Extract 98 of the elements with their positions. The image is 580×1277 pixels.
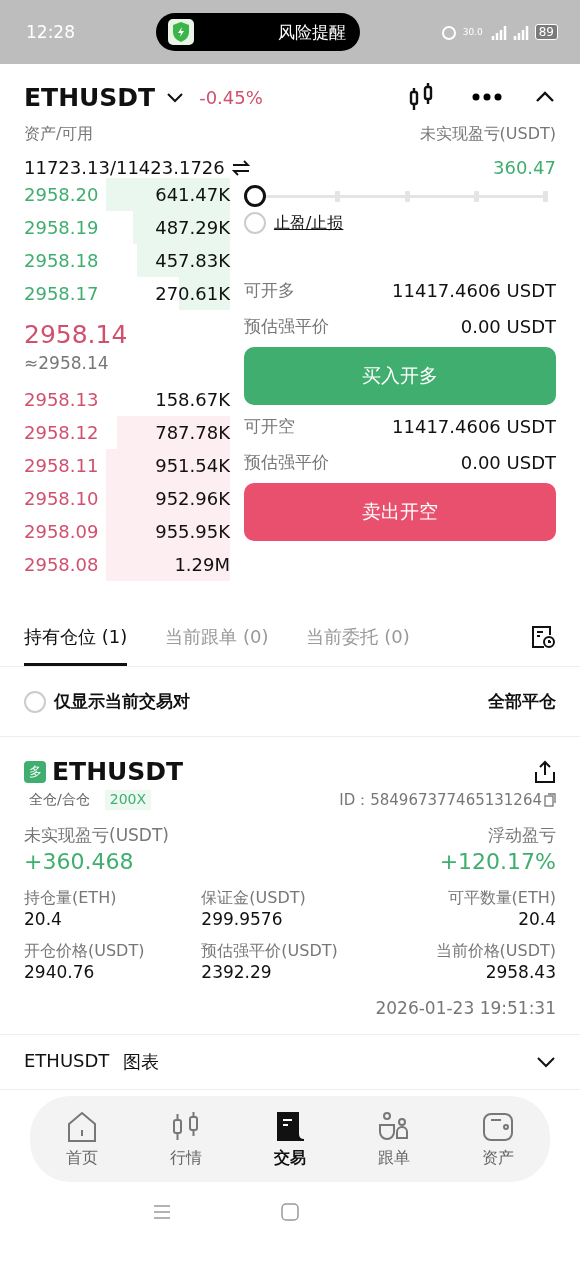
ask-amount: 955.95K bbox=[155, 521, 230, 542]
price-change: -0.45% bbox=[199, 86, 263, 108]
field-value: 2940.76 bbox=[24, 962, 95, 982]
more-icon[interactable] bbox=[472, 92, 502, 102]
bid-row[interactable]: 2958.20 641.47K bbox=[24, 178, 230, 211]
chevron-down-icon[interactable] bbox=[536, 1055, 556, 1069]
nav-tab[interactable]: 交易 bbox=[267, 1108, 313, 1170]
bid-row[interactable]: 2958.18 457.83K bbox=[24, 244, 230, 277]
network-speed: 30.0 bbox=[462, 27, 483, 37]
info-label: 可开多 bbox=[244, 278, 295, 302]
field-label: 预估强平价(USDT) bbox=[201, 941, 338, 962]
ask-amount: 952.96K bbox=[155, 488, 230, 509]
roe-value: +120.17% bbox=[439, 849, 556, 874]
long-badge: 多 bbox=[24, 760, 46, 783]
home-icon bbox=[65, 1109, 99, 1144]
share-icon[interactable] bbox=[534, 759, 556, 784]
bid-price: 2958.20 bbox=[24, 184, 99, 205]
ask-row[interactable]: 2958.10 952.96K bbox=[24, 482, 230, 515]
notification-pill[interactable]: 风险提醒 bbox=[155, 13, 360, 51]
shield-icon bbox=[167, 19, 194, 45]
bid-price: 2958.18 bbox=[24, 250, 99, 271]
ask-row[interactable]: 2958.12 787.78K bbox=[24, 416, 230, 449]
battery-level: 89 bbox=[534, 24, 558, 40]
field-value: 299.9576 bbox=[201, 909, 283, 929]
ask-amount: 787.78K bbox=[155, 422, 230, 443]
bid-row[interactable]: 2958.19 487.29K bbox=[24, 211, 230, 244]
info-label: 预估强平价 bbox=[244, 450, 329, 474]
bid-price: 2958.17 bbox=[24, 283, 99, 304]
info-value: 0.00 USDT bbox=[460, 451, 556, 473]
info-value: 0.00 USDT bbox=[460, 315, 556, 337]
home-button-icon[interactable] bbox=[281, 1203, 299, 1221]
assets-value: 11723.13/11423.1726 bbox=[24, 157, 225, 178]
leverage-tag: 200X bbox=[104, 790, 152, 810]
roe-label: 浮动盈亏 bbox=[488, 824, 556, 847]
field-value: 20.4 bbox=[24, 909, 62, 929]
info-label: 可开空 bbox=[244, 414, 295, 438]
info-label: 预估强平价 bbox=[244, 314, 329, 338]
assets-label: 资产/可用 bbox=[24, 124, 94, 145]
pair-filter-label: 仅显示当前交易对 bbox=[54, 690, 190, 713]
field-label: 持仓量(ETH) bbox=[24, 888, 117, 909]
close-all-link[interactable]: 全部平仓 bbox=[488, 690, 556, 713]
bid-amount: 270.61K bbox=[155, 283, 230, 304]
status-time: 12:28 bbox=[26, 22, 75, 42]
ask-amount: 951.54K bbox=[155, 455, 230, 476]
position-id: ID：584967377465131264 bbox=[339, 790, 542, 810]
ask-row[interactable]: 2958.11 951.54K bbox=[24, 449, 230, 482]
field-value: 2958.43 bbox=[485, 962, 556, 982]
nav-tab[interactable]: 首页 bbox=[59, 1108, 105, 1170]
alarm-icon bbox=[440, 24, 457, 40]
bid-amount: 487.29K bbox=[155, 217, 230, 238]
pnl-value: +360.468 bbox=[24, 849, 134, 874]
tp-sl-checkbox[interactable] bbox=[244, 212, 266, 234]
nav-tab[interactable]: 行情 bbox=[163, 1108, 209, 1170]
mark-price: ≈2958.14 bbox=[24, 353, 110, 373]
ask-price: 2958.09 bbox=[24, 521, 99, 542]
swap-icon[interactable] bbox=[230, 159, 251, 176]
ask-price: 2958.11 bbox=[24, 455, 99, 476]
bid-row[interactable]: 2958.17 270.61K bbox=[24, 277, 230, 310]
ask-price: 2958.12 bbox=[24, 422, 99, 443]
chart-label: 图表 bbox=[123, 1050, 160, 1074]
field-label: 保证金(USDT) bbox=[201, 888, 306, 909]
ask-price: 2958.10 bbox=[24, 488, 99, 509]
bid-price: 2958.19 bbox=[24, 217, 99, 238]
bid-amount: 457.83K bbox=[155, 250, 230, 271]
ask-amount: 158.67K bbox=[155, 389, 230, 410]
ask-price: 2958.08 bbox=[24, 554, 99, 575]
ask-price: 2958.13 bbox=[24, 389, 99, 410]
field-label: 当前价格(USDT) bbox=[435, 941, 556, 962]
info-value: 11417.4606 USDT bbox=[392, 279, 556, 301]
field-value: 20.4 bbox=[518, 909, 556, 929]
unrealized-pnl-value: 360.47 bbox=[493, 157, 556, 178]
field-value: 2392.29 bbox=[201, 962, 272, 982]
ask-row[interactable]: 2958.09 955.95K bbox=[24, 515, 230, 548]
symbol-title: ETHUSDT bbox=[24, 82, 156, 112]
history-icon[interactable] bbox=[530, 624, 556, 650]
ask-amount: 1.29M bbox=[174, 554, 230, 575]
tp-sl-link[interactable]: 止盈/止损 bbox=[274, 212, 344, 234]
pnl-label: 未实现盈亏(USDT) bbox=[24, 824, 169, 847]
ask-row[interactable]: 2958.13 158.67K bbox=[24, 383, 230, 416]
nav-tab[interactable]: 跟单 bbox=[371, 1108, 417, 1170]
chart-symbol: ETHUSDT bbox=[24, 1050, 110, 1073]
info-value: 11417.4606 USDT bbox=[392, 415, 556, 437]
unrealized-pnl-label: 未实现盈亏(USDT) bbox=[419, 124, 556, 145]
pair-filter-checkbox[interactable] bbox=[24, 690, 46, 713]
ask-row[interactable]: 2958.08 1.29M bbox=[24, 548, 230, 581]
position-tab[interactable]: 持有仓位 (1) bbox=[24, 625, 128, 666]
slider-thumb[interactable] bbox=[244, 185, 266, 207]
last-price: 2958.14 bbox=[24, 320, 129, 349]
position-time: 2026-01-23 19:51:31 bbox=[375, 998, 556, 1018]
chart-row[interactable]: ETHUSDT 图表 bbox=[0, 1034, 580, 1090]
position-symbol: ETHUSDT bbox=[52, 757, 184, 786]
nav-tab[interactable]: 资产 bbox=[475, 1108, 521, 1170]
bid-amount: 641.47K bbox=[155, 184, 230, 205]
sell-short-button[interactable]: 卖出开空 bbox=[244, 483, 556, 541]
field-label: 可平数量(ETH) bbox=[447, 888, 556, 909]
notification-text: 风险提醒 bbox=[277, 20, 346, 44]
field-label: 开仓价格(USDT) bbox=[24, 941, 145, 962]
copy-icon[interactable] bbox=[544, 793, 556, 807]
